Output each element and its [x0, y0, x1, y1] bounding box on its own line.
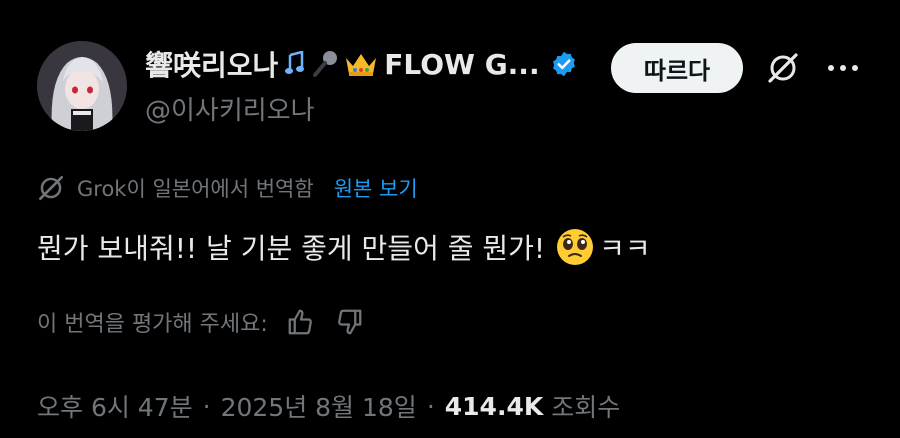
translation-rating: 이 번역을 평가해 주세요: — [37, 304, 364, 340]
avatar-image — [37, 41, 127, 131]
pleading-face-emoji-icon — [555, 227, 595, 267]
rating-prompt: 이 번역을 평가해 주세요: — [37, 312, 268, 337]
tweet-suffix: ㅋㅋ — [599, 232, 651, 265]
tweet-body: 뭔가 보내줘!! 날 기분 좋게 만들어 줄 뭔가! — [37, 232, 546, 265]
author-name-row[interactable]: 響咲리오나 FLOW G... — [145, 44, 578, 84]
tweet-meta: 오후 6시 47분 · 2025년 8월 18일 · 414.4K 조회수 — [37, 386, 620, 426]
view-count[interactable]: 414.4K — [445, 392, 543, 421]
translation-notice: Grok이 일본어에서 번역함 원본 보기 — [37, 172, 418, 204]
grok-small-icon — [37, 174, 65, 202]
thumbs-down-icon[interactable] — [334, 307, 364, 337]
display-name[interactable]: 響咲리오나 — [145, 44, 278, 84]
follow-button[interactable]: 따르다 — [611, 43, 743, 93]
more-options-icon[interactable] — [823, 54, 863, 82]
author-handle[interactable]: @이사키리오나 — [145, 90, 315, 127]
thumbs-up-icon[interactable] — [286, 307, 316, 337]
tweet-date[interactable]: 2025년 8월 18일 — [221, 388, 417, 424]
translation-note: Grok이 일본어에서 번역함 — [77, 177, 314, 201]
notes-emoji-icon — [284, 51, 306, 77]
tweet-time[interactable]: 오후 6시 47분 — [37, 388, 193, 424]
verified-badge-icon[interactable] — [550, 50, 578, 78]
grok-icon[interactable] — [763, 48, 803, 88]
display-name-suffix[interactable]: FLOW G... — [384, 48, 539, 81]
separator-dot: · — [426, 391, 435, 421]
view-original-link[interactable]: 원본 보기 — [334, 173, 418, 203]
tweet-text: 뭔가 보내줘!! 날 기분 좋게 만들어 줄 뭔가! ㅋㅋ — [37, 222, 651, 272]
microphone-emoji-icon — [312, 50, 338, 78]
view-count-label: 조회수 — [551, 393, 621, 422]
crown-emoji-icon — [344, 50, 378, 78]
separator-dot: · — [202, 391, 211, 421]
avatar[interactable] — [37, 41, 127, 131]
